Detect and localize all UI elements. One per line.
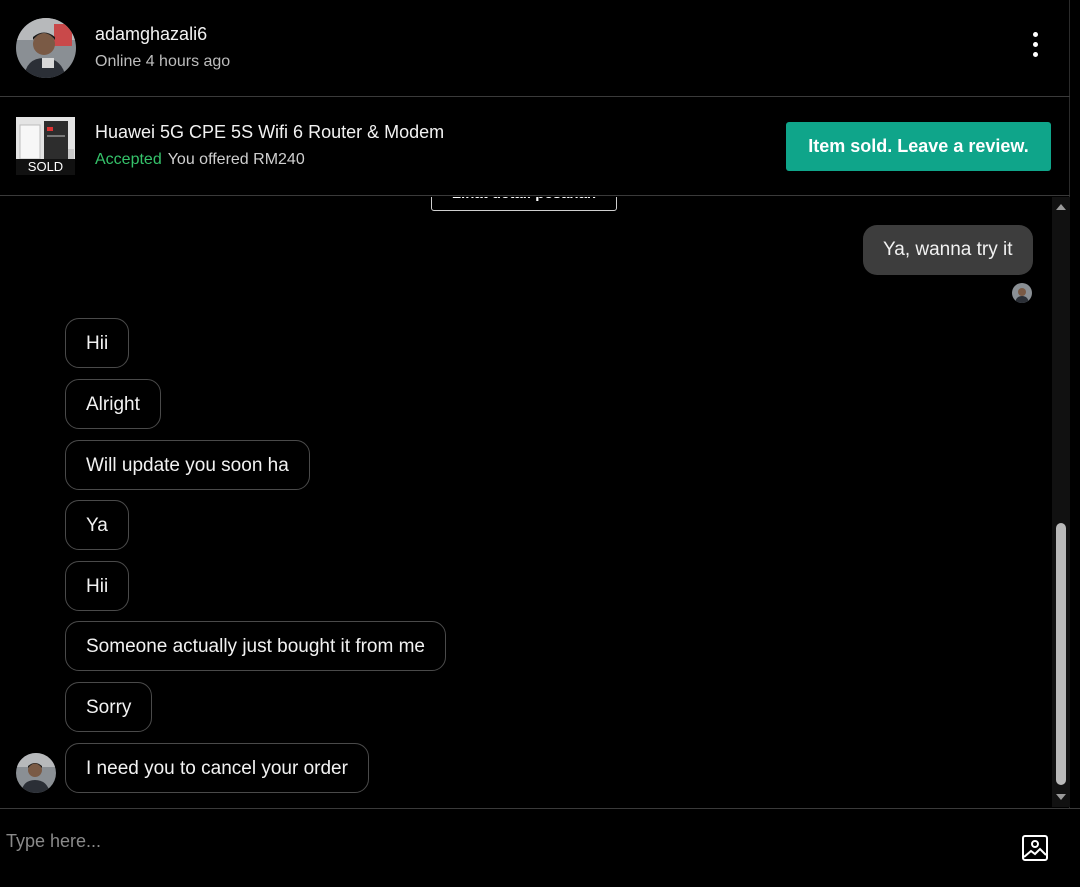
image-upload-icon[interactable] bbox=[1020, 833, 1050, 863]
incoming-message: Ya bbox=[65, 500, 129, 550]
offer-text: You offered RM240 bbox=[167, 151, 305, 168]
user-avatar[interactable] bbox=[16, 18, 76, 78]
composer bbox=[0, 808, 1080, 887]
incoming-message: Will update you soon ha bbox=[65, 440, 310, 490]
outgoing-message: Ya, wanna try it bbox=[863, 225, 1033, 275]
incoming-message: Sorry bbox=[65, 682, 153, 732]
incoming-message: Someone actually just bought it from me bbox=[65, 621, 447, 671]
product-thumbnail[interactable]: SOLD bbox=[16, 117, 75, 175]
order-detail-button[interactable]: Lihat detail pesanan bbox=[431, 197, 617, 211]
message-input[interactable] bbox=[6, 823, 986, 859]
incoming-message: Alright bbox=[65, 379, 161, 429]
sender-avatar[interactable] bbox=[16, 753, 56, 793]
username[interactable]: adamghazali6 bbox=[95, 24, 207, 45]
scroll-down-arrow-icon[interactable] bbox=[1056, 794, 1066, 800]
scroll-thumb[interactable] bbox=[1056, 523, 1066, 785]
chat-header: adamghazali6 Online 4 hours ago bbox=[0, 0, 1070, 97]
product-name[interactable]: Huawei 5G CPE 5S Wifi 6 Router & Modem bbox=[95, 122, 444, 143]
incoming-message: I need you to cancel your order bbox=[65, 743, 369, 793]
incoming-message: Hii bbox=[65, 561, 130, 611]
listing-summary: SOLD Huawei 5G CPE 5S Wifi 6 Router & Mo… bbox=[0, 98, 1070, 196]
online-status: Online 4 hours ago bbox=[95, 53, 231, 70]
seen-avatar bbox=[1012, 283, 1032, 303]
incoming-message: Hii bbox=[65, 318, 130, 368]
scroll-up-arrow-icon[interactable] bbox=[1056, 204, 1066, 210]
sold-badge: SOLD bbox=[16, 159, 75, 175]
offer-status: Accepted bbox=[95, 151, 162, 168]
leave-review-button[interactable]: Item sold. Leave a review. bbox=[786, 122, 1051, 171]
message-list: Lihat detail pesanan Ya, wanna try it Hi… bbox=[0, 197, 1052, 807]
offer-info: Accepted You offered RM240 bbox=[95, 151, 305, 169]
kebab-menu-icon[interactable] bbox=[1026, 30, 1046, 60]
chat-scrollbar[interactable] bbox=[1052, 197, 1070, 807]
